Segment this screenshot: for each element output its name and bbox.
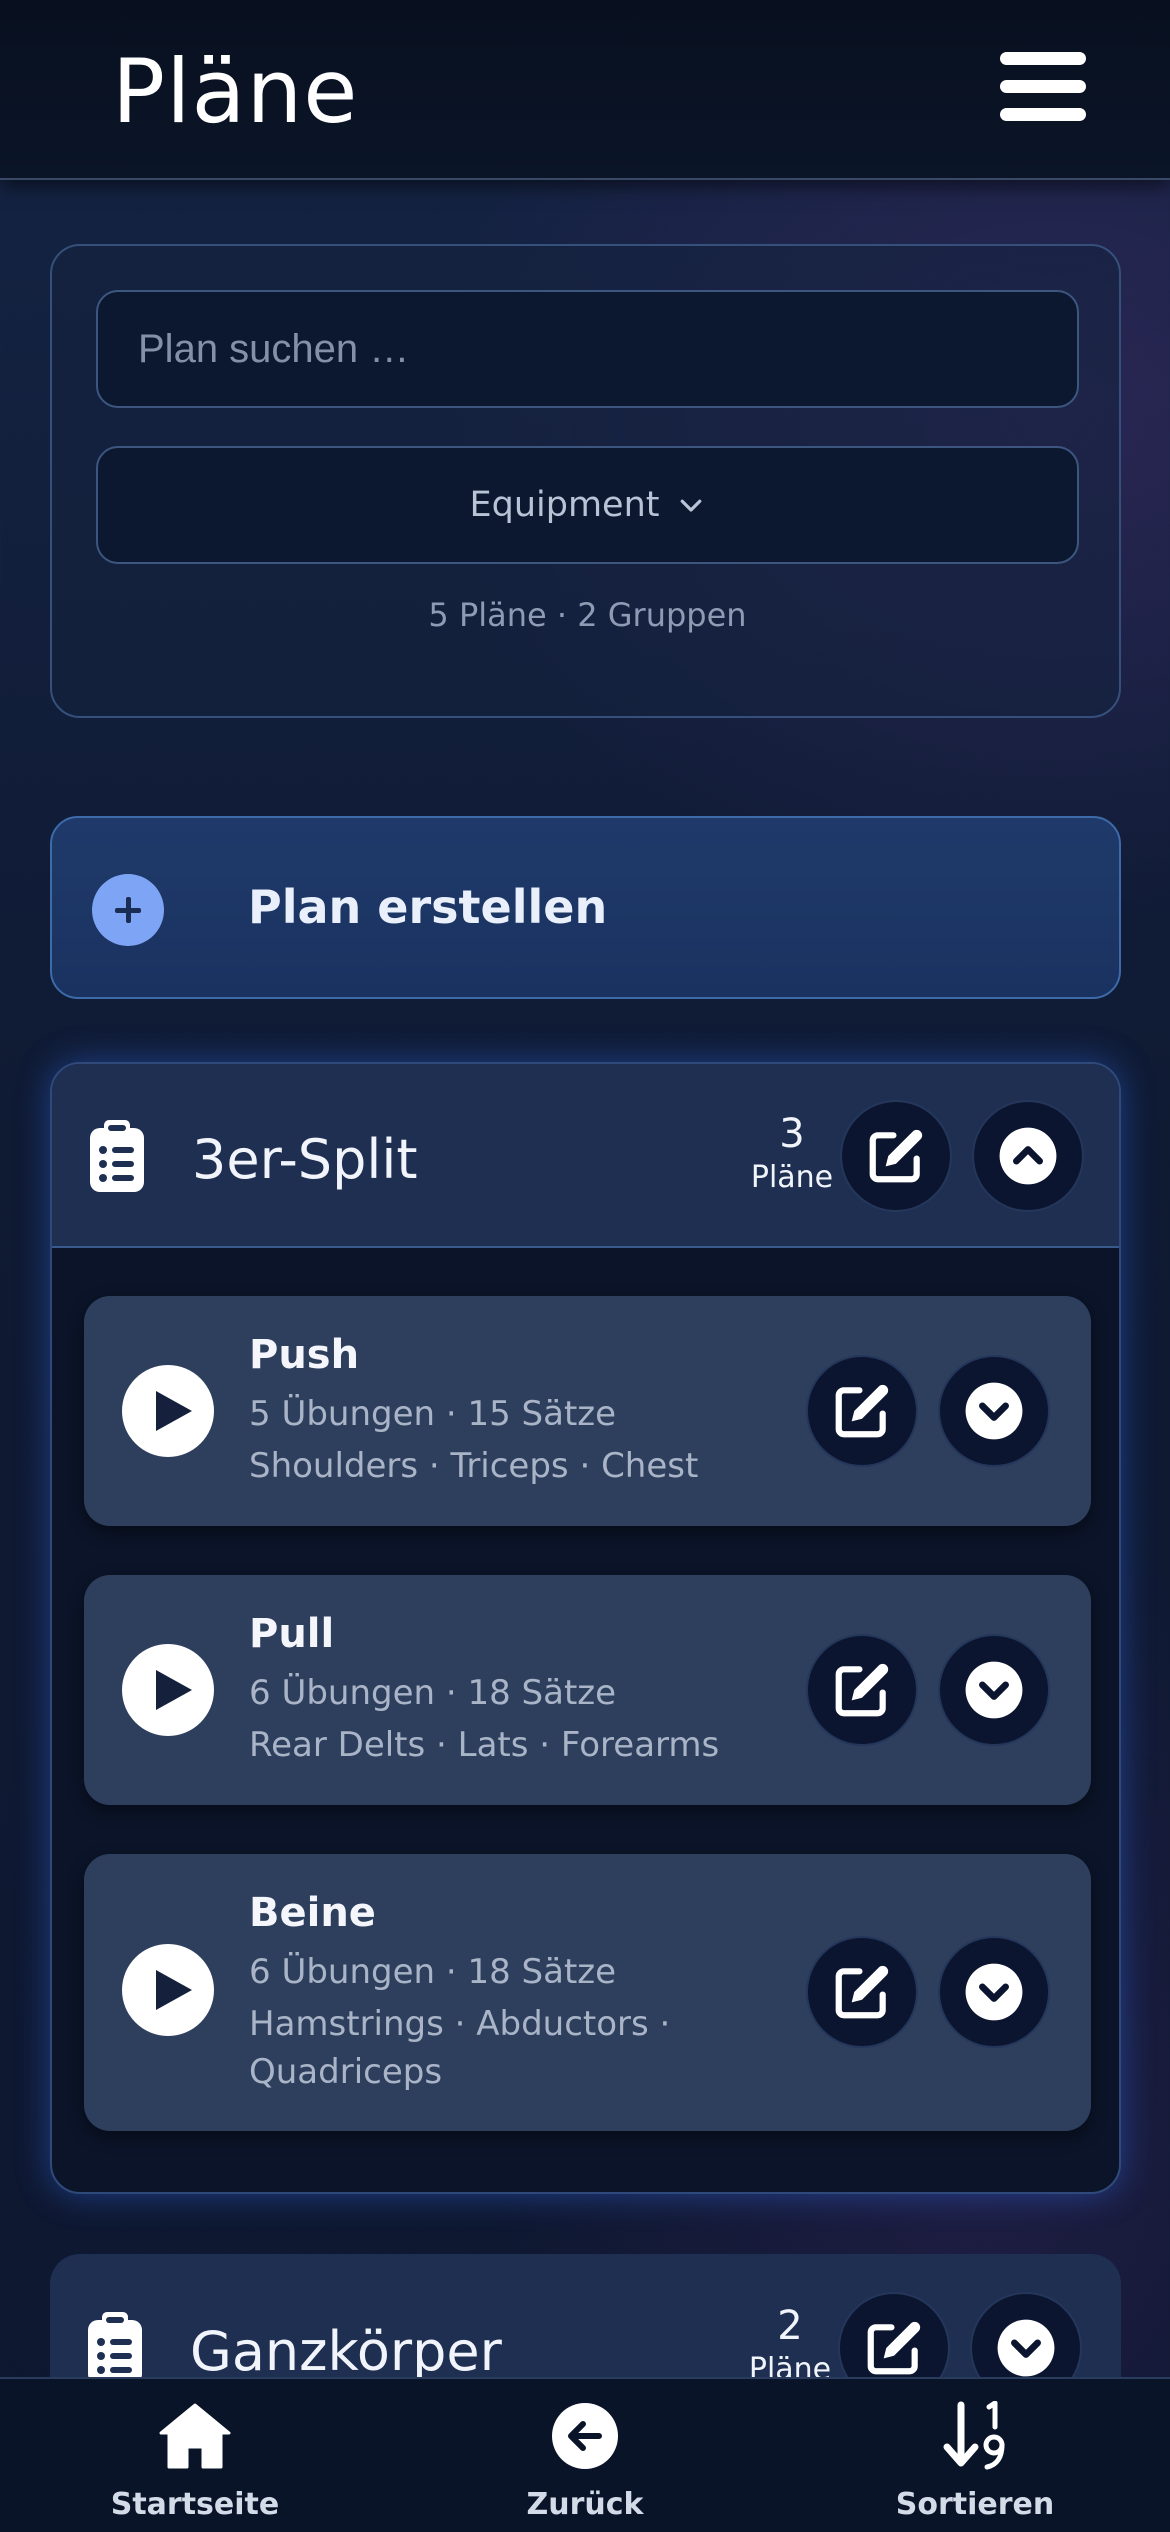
plan-name: Push	[249, 1332, 360, 1378]
app-header: Pläne	[0, 0, 1170, 180]
plan-meta: 6 Übungen · 18 Sätze	[249, 1952, 617, 1992]
edit-icon	[835, 1663, 889, 1717]
chevron-down-circle-icon	[965, 1661, 1023, 1719]
group-title: Ganzkörper	[190, 2320, 502, 2383]
plan-name: Pull	[249, 1611, 335, 1657]
chevron-up-circle-icon	[999, 1127, 1057, 1185]
bottom-nav: Startseite Zurück Sortieren	[0, 2377, 1170, 2532]
create-plan-button[interactable]: Plan erstellen	[50, 816, 1121, 999]
home-icon	[159, 2403, 231, 2469]
create-plan-label: Plan erstellen	[248, 880, 608, 934]
chevron-down-icon	[680, 499, 701, 512]
chevron-down-circle-icon	[965, 1963, 1023, 2021]
filter-card: Equipment 5 Pläne · 2 Gruppen	[50, 244, 1121, 718]
chevron-down-circle-icon	[997, 2319, 1055, 2377]
plan-muscles: Hamstrings · Abductors · Quadriceps	[249, 2004, 671, 2092]
sort-numeric-icon	[943, 2401, 1005, 2470]
plan-item[interactable]: Beine 6 Übungen · 18 Sätze Hamstrings · …	[84, 1854, 1091, 2131]
expand-plan-button[interactable]	[938, 1634, 1050, 1746]
plan-meta: 6 Übungen · 18 Sätze	[249, 1673, 617, 1713]
nav-item-back[interactable]: Zurück	[455, 2379, 715, 2532]
nav-item-sort[interactable]: Sortieren	[845, 2379, 1105, 2532]
clipboard-list-icon	[88, 2312, 142, 2384]
plan-item[interactable]: Push 5 Übungen · 15 Sätze Shoulders · Tr…	[84, 1296, 1091, 1526]
plus-icon	[92, 874, 164, 946]
group-header[interactable]: 3er-Split 3 Pläne	[52, 1064, 1119, 1248]
nav-label: Zurück	[526, 2487, 644, 2522]
search-input[interactable]	[96, 290, 1079, 408]
plan-meta: 5 Übungen · 15 Sätze	[249, 1394, 617, 1434]
plan-name: Beine	[249, 1890, 376, 1936]
edit-icon	[835, 1384, 889, 1438]
expand-plan-button[interactable]	[938, 1355, 1050, 1467]
edit-icon	[835, 1965, 889, 2019]
page-title: Pläne	[112, 40, 359, 143]
plan-group: 3er-Split 3 Pläne Push 5 Übungen · 15 Sä…	[50, 1062, 1121, 2194]
plan-muscles: Shoulders · Triceps · Chest	[249, 1446, 699, 1486]
edit-icon	[869, 1129, 923, 1183]
group-title: 3er-Split	[192, 1128, 418, 1191]
arrow-left-circle-icon	[552, 2403, 618, 2469]
plan-item[interactable]: Pull 6 Übungen · 18 Sätze Rear Delts · L…	[84, 1575, 1091, 1805]
clipboard-list-icon	[90, 1120, 144, 1192]
edit-icon	[867, 2321, 921, 2375]
edit-plan-button[interactable]	[806, 1355, 918, 1467]
equipment-label: Equipment	[469, 485, 660, 525]
chevron-down-circle-icon	[965, 1382, 1023, 1440]
nav-label: Startseite	[110, 2487, 280, 2522]
edit-group-button[interactable]	[840, 1100, 952, 1212]
collapse-group-button[interactable]	[972, 1100, 1084, 1212]
plan-muscles: Rear Delts · Lats · Forearms	[249, 1725, 720, 1765]
edit-plan-button[interactable]	[806, 1634, 918, 1746]
hamburger-menu-icon[interactable]	[1000, 50, 1086, 124]
nav-item-home[interactable]: Startseite	[65, 2379, 325, 2532]
nav-label: Sortieren	[895, 2487, 1055, 2522]
equipment-dropdown[interactable]: Equipment	[96, 446, 1079, 564]
play-icon[interactable]	[122, 1944, 214, 2036]
play-icon[interactable]	[122, 1644, 214, 1736]
expand-plan-button[interactable]	[938, 1936, 1050, 2048]
filter-summary: 5 Pläne · 2 Gruppen	[428, 596, 747, 634]
edit-plan-button[interactable]	[806, 1936, 918, 2048]
play-icon[interactable]	[122, 1365, 214, 1457]
